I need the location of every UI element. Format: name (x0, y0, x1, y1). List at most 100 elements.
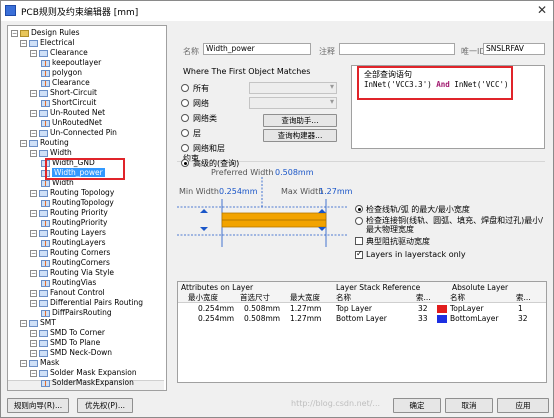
collapse-icon[interactable]: − (30, 109, 37, 117)
table-cell[interactable]: 32 (518, 314, 528, 323)
collapse-icon[interactable]: − (30, 189, 37, 197)
rule-wizard-button[interactable]: 规则向导(R)... (7, 398, 69, 413)
collapse-icon[interactable]: − (30, 289, 37, 297)
rules-tree[interactable]: − Design Rules − Electrical − Clearance keepou… (7, 25, 167, 391)
unique-id-field[interactable]: SNSLRFAV (483, 43, 545, 55)
check-copper-width-radio[interactable] (355, 217, 363, 225)
tree-item[interactable]: polygon (41, 68, 82, 78)
table-cell[interactable]: 33 (418, 314, 428, 323)
where-radio[interactable] (181, 114, 189, 122)
table-cell[interactable]: 0.508mm (244, 314, 280, 323)
collapse-icon[interactable]: − (30, 299, 37, 307)
tree-item[interactable]: RoutingVias (41, 278, 96, 288)
column-header[interactable]: 名称 (450, 293, 465, 302)
tree-item[interactable]: − Width (30, 148, 72, 158)
tree-item[interactable]: − SMT (20, 318, 56, 328)
table-cell[interactable]: Top Layer (336, 304, 372, 313)
column-header[interactable]: 索... (516, 293, 531, 302)
tree-item[interactable]: RoutingCorners (41, 258, 110, 268)
column-header[interactable]: 名称 (336, 293, 351, 302)
tree-item[interactable]: ShortCircuit (41, 98, 96, 108)
collapse-icon[interactable]: − (30, 249, 37, 257)
tree-item[interactable]: − Electrical (20, 38, 74, 48)
tree-item[interactable]: − Solder Mask Expansion (30, 368, 137, 378)
table-cell[interactable]: 1.27mm (290, 304, 321, 313)
typical-impedance-checkbox[interactable] (355, 237, 363, 245)
tree-item[interactable]: keepoutlayer (41, 58, 101, 68)
collapse-icon[interactable]: − (20, 319, 27, 327)
table-cell[interactable]: TopLayer (450, 304, 484, 313)
tree-item[interactable]: UnRoutedNet (41, 118, 102, 128)
collapse-icon[interactable]: − (20, 39, 27, 47)
collapse-icon[interactable]: − (30, 269, 37, 277)
collapse-icon[interactable]: − (11, 29, 18, 37)
collapse-icon[interactable]: − (30, 349, 37, 357)
tree-item[interactable]: − Clearance (30, 48, 88, 58)
tree-item[interactable]: DiffPairsRouting (41, 308, 112, 318)
layers-in-stack-checkbox[interactable] (355, 249, 363, 259)
tree-item[interactable]: − Routing Topology (30, 188, 114, 198)
tree-item[interactable]: − Routing Layers (30, 228, 106, 238)
tree-item[interactable]: Clearance (41, 78, 90, 88)
tree-item[interactable]: − Design Rules (11, 28, 80, 38)
collapse-icon[interactable]: − (20, 359, 27, 367)
tree-item[interactable]: RoutingPriority (41, 218, 107, 228)
column-header[interactable]: 索... (416, 293, 431, 302)
apply-button[interactable]: 应用 (497, 398, 549, 413)
collapse-icon[interactable]: − (30, 49, 37, 57)
ok-button[interactable]: 确定 (393, 398, 441, 413)
collapse-icon[interactable]: − (30, 129, 37, 137)
rule-icon (41, 119, 50, 127)
tree-item[interactable]: − Routing Priority (30, 208, 108, 218)
table-cell[interactable]: 32 (418, 304, 428, 313)
layer-attributes-table[interactable]: Attributes on Layer Layer Stack Referenc… (177, 281, 547, 383)
tree-item[interactable]: − Routing Corners (30, 248, 110, 258)
tree-item[interactable]: RoutingTopology (41, 198, 114, 208)
column-header[interactable]: 最小宽度 (188, 293, 218, 302)
cancel-button[interactable]: 取消 (445, 398, 493, 413)
collapse-icon[interactable]: − (20, 139, 27, 147)
column-header[interactable]: 最大宽度 (290, 293, 320, 302)
collapse-icon[interactable]: − (30, 229, 37, 237)
query-builder-button[interactable]: 查询构建器... (263, 129, 337, 142)
column-header[interactable]: 首选尺寸 (240, 293, 270, 302)
tree-item[interactable]: − Un-Connected Pin (30, 128, 117, 138)
table-cell[interactable]: Bottom Layer (336, 314, 387, 323)
tree-item[interactable]: RoutingLayers (41, 238, 106, 248)
tree-item[interactable]: − Differential Pairs Routing (30, 298, 143, 308)
collapse-icon[interactable]: − (30, 209, 37, 217)
where-radio[interactable] (181, 99, 189, 107)
query-helper-button[interactable]: 查询助手... (263, 114, 337, 127)
check-track-width-radio[interactable] (355, 205, 363, 213)
collapse-icon[interactable]: − (30, 339, 37, 347)
rule-comment-input[interactable] (339, 43, 455, 55)
where-radio[interactable] (181, 129, 189, 137)
tree-item[interactable]: − Mask (20, 358, 59, 368)
tree-item[interactable]: − SMD To Plane (30, 338, 100, 348)
close-icon[interactable]: ✕ (537, 3, 547, 17)
tree-item[interactable]: − Short-Circuit (30, 88, 97, 98)
tree-item[interactable]: − Routing Via Style (30, 268, 114, 278)
where-radio[interactable] (181, 144, 189, 152)
tree-item[interactable]: − Fanout Control (30, 288, 105, 298)
collapse-icon[interactable]: − (30, 149, 37, 157)
table-cell[interactable]: 0.254mm (198, 314, 234, 323)
rule-name-input[interactable]: Width_power (203, 43, 311, 55)
tree-item[interactable]: − Routing (20, 138, 69, 148)
where-radio[interactable] (181, 84, 189, 92)
table-cell[interactable]: 1.27mm (290, 314, 321, 323)
tree-item[interactable]: SolderMaskExpansion (41, 378, 134, 388)
table-cell[interactable]: 0.254mm (198, 304, 234, 313)
collapse-icon[interactable]: − (30, 369, 37, 377)
tree-item[interactable]: − SMD To Corner (30, 328, 105, 338)
collapse-icon[interactable]: − (30, 329, 37, 337)
tree-item[interactable]: − SMD Neck-Down (30, 348, 112, 358)
table-cell[interactable]: 0.508mm (244, 304, 280, 313)
tree-item[interactable]: − Un-Routed Net (30, 108, 105, 118)
priorities-button[interactable]: 优先权(P)... (77, 398, 133, 413)
collapse-icon[interactable]: − (30, 89, 37, 97)
where-radio[interactable] (181, 159, 189, 167)
table-cell[interactable]: BottomLayer (450, 314, 498, 323)
preferred-width-value[interactable]: 0.508mm (275, 168, 314, 177)
table-cell[interactable]: 1 (518, 304, 523, 313)
